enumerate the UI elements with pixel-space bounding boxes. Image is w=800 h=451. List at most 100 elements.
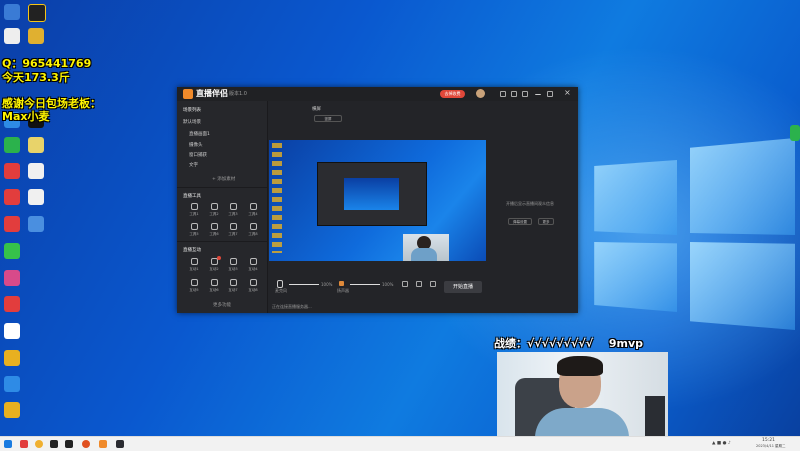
interaction-icon[interactable]	[230, 258, 237, 265]
taskbar-app-icon[interactable]	[65, 440, 73, 448]
minimize-icon[interactable]	[535, 91, 541, 95]
tool-icon[interactable]	[230, 203, 237, 210]
menu-icon[interactable]	[522, 91, 528, 97]
live-preview[interactable]	[269, 140, 486, 261]
mic-volume: 100%	[321, 282, 333, 287]
control-icon[interactable]	[402, 281, 408, 287]
tray-icons[interactable]: ▲ ■ ● ♪	[712, 441, 731, 446]
scene-tab[interactable]: 默认场景	[183, 119, 201, 125]
more-button[interactable]: 更多	[538, 218, 554, 225]
tool-icon[interactable]	[250, 223, 257, 230]
desktop-app-icon[interactable]	[4, 189, 20, 205]
taskbar-app-icon[interactable]	[99, 440, 107, 448]
interaction-label: 互动5	[189, 288, 199, 292]
overlay-weight: 今天173.3斤	[2, 71, 70, 84]
overlay-record-value: 9mvp	[608, 337, 644, 350]
taskbar-app-icon[interactable]	[116, 440, 124, 448]
overlay-thanks: 感谢今日包场老板：	[2, 97, 101, 110]
desktop-app-icon[interactable]	[28, 216, 44, 232]
start-live-button[interactable]: 开始直播	[444, 281, 482, 293]
preview-nested-window	[317, 162, 427, 226]
speaker-volume-slider[interactable]	[350, 284, 380, 285]
divider	[177, 187, 267, 188]
desktop-app-icon[interactable]	[4, 270, 20, 286]
divider	[177, 241, 267, 242]
taskbar-app-icon[interactable]	[35, 440, 43, 448]
taskbar-app-icon[interactable]	[82, 440, 90, 448]
scene-item[interactable]: 文字	[189, 162, 198, 168]
desktop-app-icon[interactable]	[4, 28, 20, 44]
tool-icon[interactable]	[191, 223, 198, 230]
tool-label: 工具3	[228, 212, 238, 216]
interaction-icon[interactable]	[191, 258, 198, 265]
scene-list-header: 场景列表	[183, 108, 201, 113]
tool-icon[interactable]	[191, 203, 198, 210]
clock-date: 2023/4/11 星期二	[756, 444, 786, 448]
tools-header: 直播工具	[183, 194, 201, 199]
preview-nested-screen	[344, 178, 399, 210]
interaction-label: 互动8	[248, 288, 258, 292]
interaction-icon[interactable]	[191, 279, 198, 286]
tool-icon[interactable]	[211, 203, 218, 210]
mic-label: 麦克风	[275, 288, 287, 293]
scene-item[interactable]: 直播画面1	[189, 131, 210, 137]
tool-icon[interactable]	[250, 203, 257, 210]
scene-item[interactable]: 摄像头	[189, 142, 203, 148]
interaction-icon[interactable]	[250, 279, 257, 286]
add-source-button[interactable]: + 添加素材	[212, 176, 235, 182]
settings-icon[interactable]	[500, 91, 506, 97]
avatar[interactable]	[476, 89, 485, 98]
title-bar[interactable]: 直播伴侣 版本1.0 去掉收费 ×	[177, 87, 578, 101]
desktop-app-icon[interactable]	[4, 243, 20, 259]
overlay-record: 战绩：√√√√√√√√√ 9mvp	[494, 337, 643, 350]
interaction-icon[interactable]	[211, 279, 218, 286]
speaker-label: 扬声器	[337, 288, 349, 293]
desktop-app-icon[interactable]	[28, 163, 44, 179]
app-version: 版本1.0	[229, 91, 247, 97]
interaction-icon[interactable]	[230, 279, 237, 286]
speaker-icon[interactable]	[339, 281, 344, 286]
desktop-app-icon[interactable]	[4, 163, 20, 179]
scene-item[interactable]: 窗口捕获	[189, 152, 207, 158]
danmu-settings-button[interactable]: 弹幕设置	[508, 218, 532, 225]
preview-webcam	[403, 234, 449, 261]
desktop-app-icon[interactable]	[28, 28, 44, 44]
start-icon[interactable]	[4, 440, 12, 448]
interaction-label: 互动7	[228, 288, 238, 292]
sidebar: 场景列表 默认场景 直播画面1 摄像头 窗口捕获 文字 + 添加素材 直播工具 …	[177, 101, 305, 313]
promo-badge[interactable]: 去掉收费	[440, 90, 465, 98]
control-icon[interactable]	[416, 281, 422, 287]
taskbar-app-icon[interactable]	[50, 440, 58, 448]
preview-mode-button[interactable]: 竖屏	[314, 115, 342, 122]
interaction-label: 互动3	[228, 267, 238, 271]
skin-icon[interactable]	[511, 91, 517, 97]
desktop-app-icon[interactable]	[28, 4, 46, 22]
desktop-app-icon[interactable]	[4, 296, 20, 312]
tool-label: 工具5	[189, 232, 199, 236]
desktop-app-icon[interactable]	[4, 350, 20, 366]
desktop-app-icon[interactable]	[28, 137, 44, 153]
desktop-app-icon[interactable]	[4, 137, 20, 153]
interaction-label: 互动4	[248, 267, 258, 271]
more-functions-button[interactable]: 更多功能	[213, 302, 231, 308]
close-icon[interactable]: ×	[564, 88, 571, 97]
taskbar-app-icon[interactable]	[20, 440, 28, 448]
tool-icon[interactable]	[230, 223, 237, 230]
desktop-app-icon[interactable]	[4, 402, 20, 418]
desktop-app-icon[interactable]	[4, 4, 20, 20]
maximize-icon[interactable]	[547, 91, 553, 97]
interaction-label: 互动2	[209, 267, 219, 271]
clock-time: 15:21	[762, 438, 775, 443]
wallpaper-logo-pane	[594, 160, 677, 235]
desktop-app-icon[interactable]	[28, 189, 44, 205]
desktop-app-icon[interactable]	[4, 376, 20, 392]
desktop-app-icon[interactable]	[4, 323, 20, 339]
mic-icon[interactable]	[277, 280, 283, 288]
preview-tab[interactable]: 横屏	[312, 106, 321, 112]
control-icon[interactable]	[430, 281, 436, 287]
desktop-app-icon[interactable]	[790, 125, 800, 141]
tool-icon[interactable]	[211, 223, 218, 230]
desktop-app-icon[interactable]	[4, 216, 20, 232]
mic-volume-slider[interactable]	[289, 284, 319, 285]
interaction-icon[interactable]	[250, 258, 257, 265]
